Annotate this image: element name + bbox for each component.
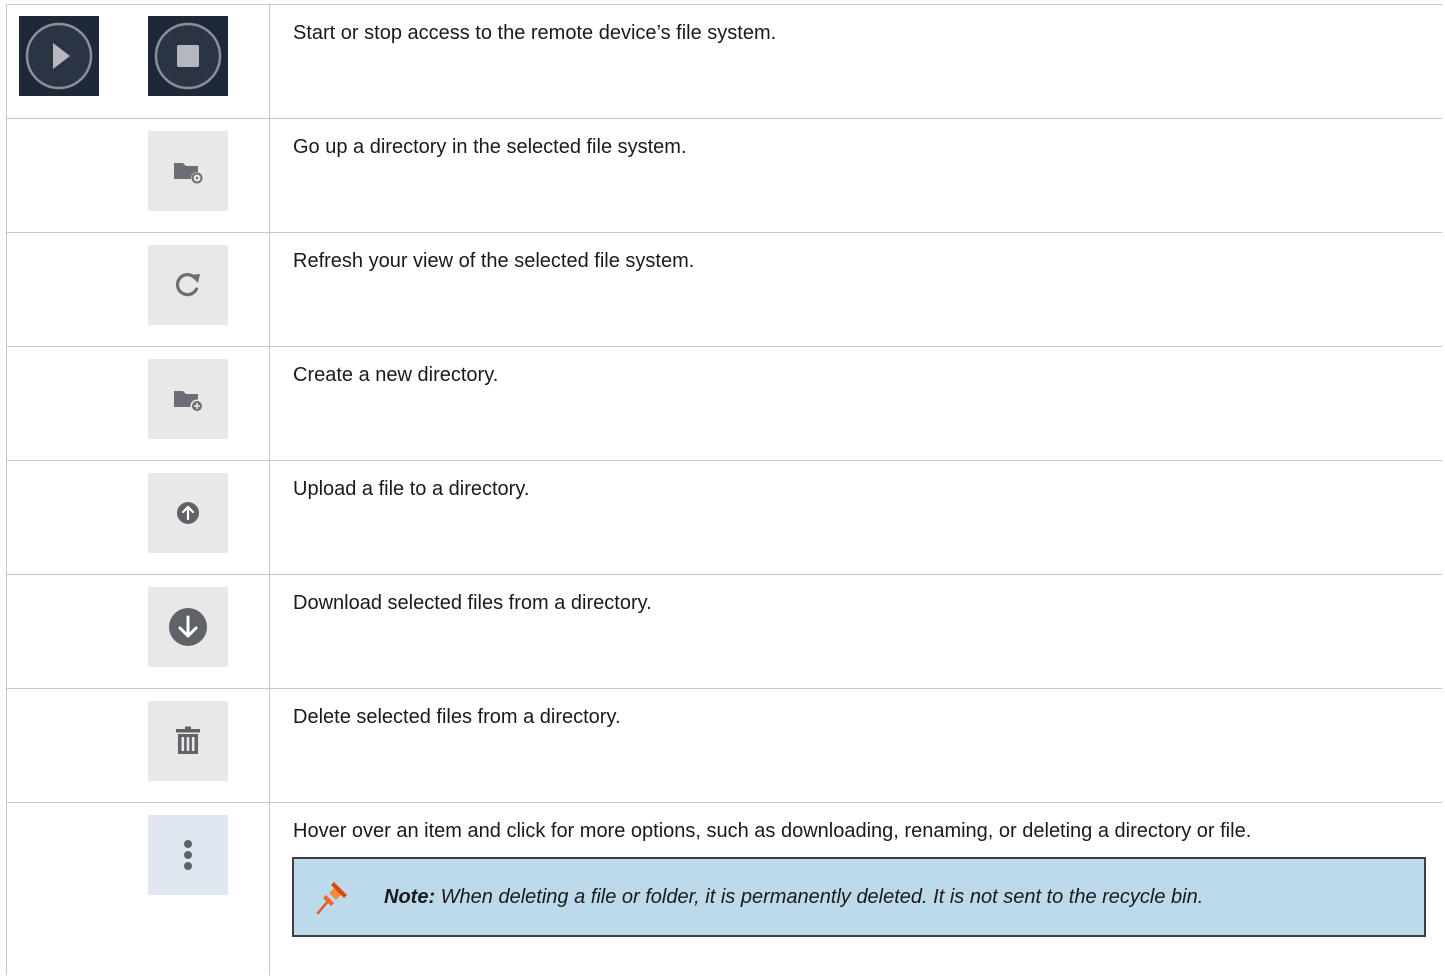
up-directory-button[interactable] [148,131,228,211]
note-body: When deleting a file or folder, it is pe… [435,886,1204,908]
delete-button[interactable] [148,701,228,781]
note-text: Note: When deleting a file or folder, it… [384,883,1203,911]
download-icon [169,608,207,646]
icon-cell [6,233,270,346]
table-row: Hover over an item and click for more op… [6,803,1442,975]
row-description: Hover over an item and click for more op… [293,820,1252,842]
icon-cell [6,347,270,460]
play-circle-icon [25,22,93,90]
row-description: Download selected files from a directory… [293,592,652,614]
stop-button[interactable] [148,16,228,96]
stop-circle-icon [154,22,222,90]
table-row: Create a new directory. [6,347,1442,461]
table-row: Upload a file to a directory. [6,461,1442,575]
table-row: Delete selected files from a directory. [6,689,1442,803]
new-directory-button[interactable] [148,359,228,439]
folder-up-icon [174,163,203,184]
row-description: Create a new directory. [293,364,499,386]
note-box: Note: When deleting a file or folder, it… [292,857,1426,937]
row-description: Delete selected files from a directory. [293,706,621,728]
row-description: Refresh your view of the selected file s… [293,250,695,272]
row-description: Go up a directory in the selected file s… [293,136,687,158]
start-button[interactable] [19,16,99,96]
row-description: Start or stop access to the remote devic… [293,22,777,44]
more-options-button[interactable] [148,815,228,895]
pushpin-icon [316,882,347,915]
upload-icon [177,502,199,524]
upload-button[interactable] [148,473,228,553]
table-row: Start or stop access to the remote devic… [6,5,1442,119]
table-row: Download selected files from a directory… [6,575,1442,689]
row-description: Upload a file to a directory. [293,478,530,500]
table-row: Refresh your view of the selected file s… [6,233,1442,347]
row-description-container: Hover over an item and click for more op… [270,803,1442,975]
icon-cell [6,575,270,688]
folder-add-icon [174,391,204,413]
icon-cell [6,461,270,574]
icon-cell [6,119,270,232]
table-row: Go up a directory in the selected file s… [6,119,1442,233]
refresh-button[interactable] [148,245,228,325]
more-options-icon [184,840,192,870]
icon-cell [6,689,270,802]
refresh-icon [175,273,200,297]
toolbar-reference-table: Start or stop access to the remote devic… [6,4,1442,975]
icon-cell [6,5,270,118]
trash-icon [176,726,200,754]
note-label: Note: [384,886,436,908]
icon-cell [6,803,270,975]
download-button[interactable] [148,587,228,667]
